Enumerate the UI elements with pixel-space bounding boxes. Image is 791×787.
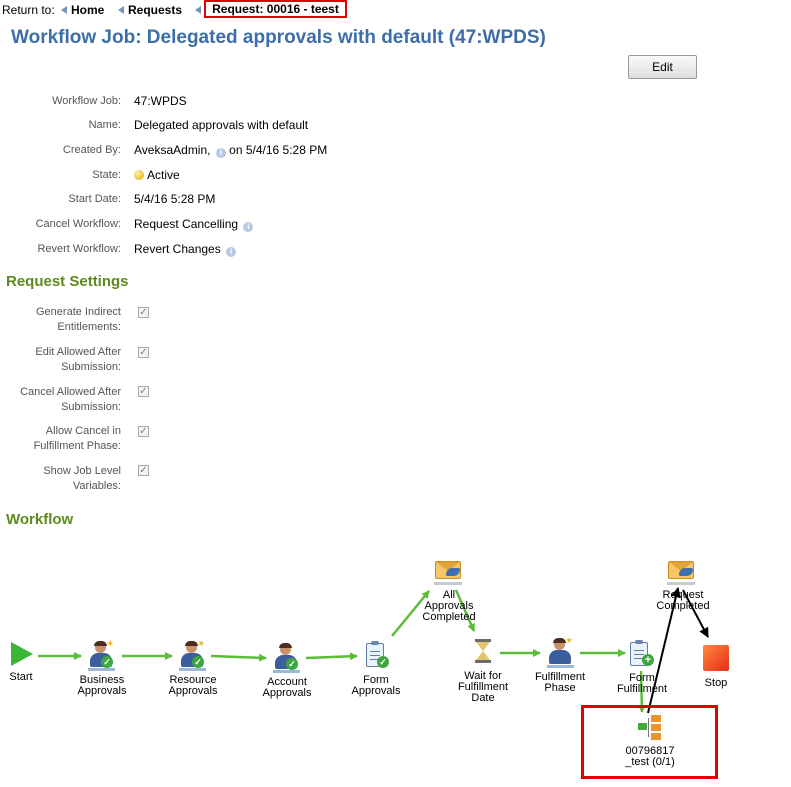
subprocess-icon	[638, 714, 662, 740]
envelope-icon	[435, 561, 461, 579]
envelope-icon	[668, 561, 694, 579]
start-date-label: Start Date:	[68, 193, 121, 205]
workflow-node-account-approvals[interactable]: ✓ Account Approvals	[251, 642, 323, 702]
edit-allowed-checkbox[interactable]: ✓	[138, 347, 149, 358]
check-icon: ✓	[377, 656, 389, 668]
edit-allowed-label: Edit Allowed After Submission:	[35, 346, 121, 373]
back-arrow-icon	[195, 6, 201, 14]
workflow-node-form-fulfillment[interactable]: + Form Fulfillment	[606, 640, 678, 700]
stop-icon	[703, 645, 729, 671]
show-job-variables-label: Show Job Level Variables:	[43, 465, 121, 492]
allow-cancel-fulfillment-checkbox[interactable]: ✓	[138, 426, 149, 437]
name-value: Delegated approvals with default	[134, 118, 309, 132]
created-by-user: AveksaAdmin,	[134, 143, 211, 157]
workflow-node-resource-approvals[interactable]: ✶ ✓ Resource Approvals	[157, 639, 229, 700]
active-status-icon	[134, 170, 144, 180]
state-text: Active	[147, 168, 180, 182]
generate-indirect-label: Generate Indirect Entitlements:	[36, 306, 121, 333]
back-arrow-icon	[118, 6, 124, 14]
fulfiller-icon: ✶	[547, 636, 574, 668]
workflow-node-wait-for-fulfillment-date[interactable]: Wait for Fulfillment Date	[446, 638, 520, 706]
state-value: Active	[134, 168, 180, 183]
workflow-node-all-approvals-completed[interactable]: All Approvals Completed	[413, 558, 485, 626]
show-job-variables-checkbox[interactable]: ✓	[138, 465, 149, 476]
cancel-allowed-checkbox[interactable]: ✓	[138, 386, 149, 397]
back-arrow-icon	[61, 6, 67, 14]
allow-cancel-fulfillment-label: Allow Cancel in Fulfillment Phase:	[33, 425, 121, 452]
info-icon[interactable]: i	[226, 247, 237, 257]
start-icon	[11, 642, 33, 666]
info-icon[interactable]: i	[215, 148, 226, 158]
created-by-date: on 5/4/16 5:28 PM	[229, 143, 328, 157]
workflow-heading: Workflow	[6, 511, 74, 528]
info-icon[interactable]: i	[243, 222, 254, 232]
workflow-node-business-approvals[interactable]: ✶ ✓ Business Approvals	[66, 639, 138, 700]
breadcrumb-requests-link[interactable]: Requests	[118, 0, 182, 20]
cancel-workflow-text: Request Cancelling	[134, 217, 239, 231]
workflow-node-form-approvals[interactable]: ✓ Form Approvals	[340, 640, 412, 700]
workflow-node-request-completed[interactable]: Request Completed	[647, 558, 719, 618]
envelope-base	[434, 582, 462, 585]
request-settings-heading: Request Settings	[6, 273, 129, 290]
breadcrumb-home-label: Home	[71, 3, 105, 17]
breadcrumb-home-link[interactable]: Home	[61, 0, 104, 20]
plus-icon: +	[642, 654, 654, 666]
approver-icon: ✓	[273, 643, 300, 673]
cancel-allowed-label: Cancel Allowed After Submission:	[20, 386, 121, 413]
breadcrumb-current-request: Request: 00016 - teest	[204, 0, 347, 18]
created-by-label: Created By:	[62, 144, 121, 156]
cancel-workflow-value: Request Cancelling i	[134, 217, 254, 232]
name-label: Name:	[88, 119, 121, 131]
workflow-node-subprocess[interactable]: 00796817 _test (0/1)	[596, 713, 704, 773]
approver-icon: ✶ ✓	[88, 639, 115, 671]
envelope-base	[667, 582, 695, 585]
edit-button[interactable]: Edit	[628, 55, 697, 79]
page-title: Workflow Job: Delegated approvals with d…	[11, 27, 546, 48]
approver-icon: ✶ ✓	[179, 639, 206, 671]
start-date-value: 5/4/16 5:28 PM	[134, 192, 216, 206]
revert-workflow-text: Revert Changes	[134, 242, 221, 256]
return-to-label: Return to:	[2, 3, 55, 17]
revert-workflow-label: Revert Workflow:	[37, 243, 121, 255]
workflow-job-label: Workflow Job:	[52, 95, 121, 107]
cancel-workflow-label: Cancel Workflow:	[35, 218, 121, 230]
revert-workflow-value: Revert Changes i	[134, 242, 237, 257]
generate-indirect-checkbox[interactable]: ✓	[138, 307, 149, 318]
workflow-node-fulfillment-phase[interactable]: ✶ Fulfillment Phase	[524, 636, 596, 697]
state-label: State:	[92, 169, 121, 181]
workflow-job-value: 47:WPDS	[134, 94, 187, 108]
workflow-node-start[interactable]: Start	[5, 642, 37, 683]
hourglass-icon	[475, 639, 491, 663]
breadcrumb-requests-label: Requests	[128, 3, 183, 17]
workflow-node-stop[interactable]: Stop	[697, 644, 735, 692]
created-by-value: AveksaAdmin, i on 5/4/16 5:28 PM	[134, 143, 327, 158]
